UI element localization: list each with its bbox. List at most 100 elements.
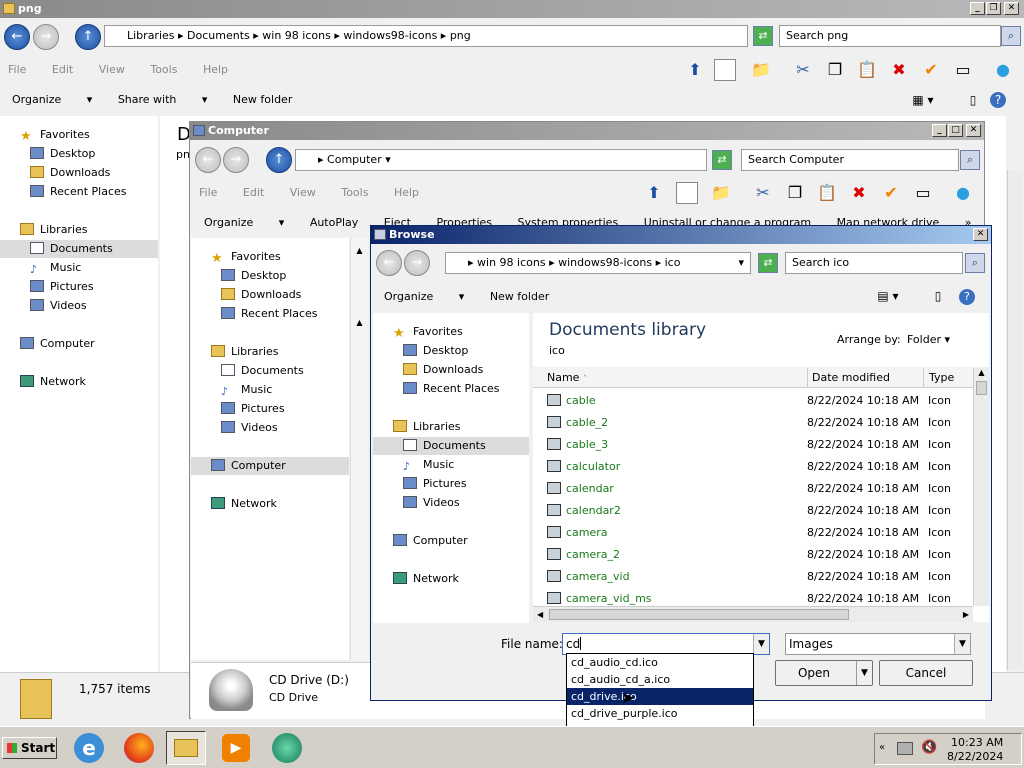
computer-search-input[interactable]: Search Computer [741, 149, 959, 171]
computer-undo-icon[interactable]: ✔ [880, 182, 902, 204]
browse-nav-network[interactable]: Network [393, 570, 459, 588]
computer-cut-icon[interactable]: ✂ [752, 182, 774, 204]
main-search-input[interactable]: Search png [779, 25, 1001, 47]
computer-paste-icon[interactable]: 📋 [816, 182, 838, 204]
paste-icon[interactable]: 📋 [856, 59, 878, 81]
browse-nav-favorites[interactable]: ★ Favorites [393, 323, 463, 341]
organize-button[interactable]: Organize ▾ [12, 93, 92, 106]
nav-libraries[interactable]: Libraries [20, 221, 88, 239]
col-date-modified[interactable]: Date modified [807, 368, 890, 388]
computer-menu-edit[interactable]: Edit [243, 186, 264, 199]
undo-icon[interactable]: ✔ [920, 59, 942, 81]
browse-new-folder-button[interactable]: New folder [490, 290, 549, 303]
network-tray-icon[interactable] [897, 742, 913, 755]
new-folder-button[interactable]: New folder [233, 93, 292, 106]
browse-titlebar[interactable]: Browse ✕ [371, 226, 991, 244]
media-player-icon[interactable]: ▶ [222, 734, 250, 762]
browse-organize-button[interactable]: Organize ▾ [384, 290, 464, 303]
suggestion-item[interactable]: cd_audio_cd.ico [567, 654, 753, 671]
computer-views-icon[interactable]: ● [952, 182, 974, 204]
computer-folders-icon[interactable] [676, 182, 698, 204]
nav-computer[interactable]: Computer [20, 335, 95, 353]
firefox-icon[interactable] [124, 733, 154, 763]
nav-desktop[interactable]: Desktop [30, 145, 95, 163]
computer-menu-view[interactable]: View [290, 186, 316, 199]
menu-help[interactable]: Help [203, 63, 228, 76]
browse-nav-recent[interactable]: Recent Places [403, 380, 500, 398]
browse-nav-desktop[interactable]: Desktop [403, 342, 468, 360]
computer-address-bar[interactable]: ▸ Computer ▾ [295, 149, 707, 171]
file-list-hscroll[interactable]: ◀ ▶ [533, 606, 973, 622]
computer-nav-videos[interactable]: Videos [221, 419, 278, 437]
computer-menu-file[interactable]: File [199, 186, 217, 199]
cancel-button[interactable]: Cancel [879, 660, 973, 686]
file-row[interactable]: calculator 8/22/2024 10:18 AM Icon [533, 456, 973, 478]
computer-delete-icon[interactable]: ✖ [848, 182, 870, 204]
main-address-bar[interactable]: Libraries ▸ Documents ▸ win 98 icons ▸ w… [104, 25, 748, 47]
up-button[interactable]: ↑ [75, 24, 101, 50]
nav-documents[interactable]: Documents [0, 240, 158, 258]
volume-muted-icon[interactable]: 🔇 [921, 740, 937, 755]
maximize-button[interactable]: ❐ [986, 2, 1001, 15]
browse-search-icon[interactable]: ⌕ [965, 253, 985, 273]
file-name-input[interactable]: cd ▼ [562, 633, 770, 655]
change-view-icon[interactable]: ▦ ▾ [912, 89, 934, 111]
suggestion-item-highlighted[interactable]: cd_drive.ico [567, 688, 753, 705]
col-name[interactable]: Name ˄ [547, 368, 587, 389]
clock-time[interactable]: 10:23 AM [951, 736, 1003, 749]
file-row[interactable]: calendar 8/22/2024 10:18 AM Icon [533, 478, 973, 500]
computer-nav-favorites[interactable]: ★ Favorites [211, 248, 281, 266]
computer-organize-button[interactable]: Organize ▾ [204, 216, 284, 229]
file-type-select[interactable]: Images ▼ [785, 633, 971, 655]
main-titlebar[interactable]: png _ ❐ ✕ [0, 0, 1024, 18]
autoplay-button[interactable]: AutoPlay [310, 216, 358, 229]
computer-nav-documents[interactable]: Documents [221, 362, 304, 380]
file-explorer-taskbar-button[interactable] [166, 731, 206, 765]
nav-recent-places[interactable]: Recent Places [30, 183, 127, 201]
browse-nav-music[interactable]: ♪ Music [403, 456, 454, 474]
file-row[interactable]: camera_vid 8/22/2024 10:18 AM Icon [533, 566, 973, 588]
browse-nav-computer[interactable]: Computer [393, 532, 468, 550]
computer-copy-icon[interactable]: ❐ [784, 182, 806, 204]
forward-button[interactable]: → [33, 24, 59, 50]
file-row[interactable]: cable_3 8/22/2024 10:18 AM Icon [533, 434, 973, 456]
computer-refresh-button[interactable]: ⇄ [712, 150, 732, 170]
open-split-icon[interactable]: ▼ [856, 661, 872, 685]
browse-nav-videos[interactable]: Videos [403, 494, 460, 512]
close-button[interactable]: ✕ [1004, 2, 1019, 15]
start-button[interactable]: Start [2, 737, 57, 759]
computer-nav-scrollbar[interactable]: ▲ ▲ [350, 238, 368, 660]
computer-minimize-button[interactable]: _ [932, 124, 947, 137]
file-row[interactable]: cable 8/22/2024 10:18 AM Icon [533, 390, 973, 412]
computer-forward-button[interactable]: → [223, 147, 249, 173]
back-button[interactable]: ← [4, 24, 30, 50]
computer-menu-help[interactable]: Help [394, 186, 419, 199]
computer-titlebar[interactable]: Computer _ □ ✕ [190, 122, 984, 140]
browse-help-icon[interactable]: ? [959, 289, 975, 305]
refresh-button[interactable]: ⇄ [753, 26, 773, 46]
browse-preview-icon[interactable]: ▯ [927, 285, 949, 307]
browse-close-button[interactable]: ✕ [973, 228, 988, 241]
nav-videos[interactable]: Videos [30, 297, 87, 315]
share-with-button[interactable]: Share with ▾ [118, 93, 208, 106]
file-row[interactable]: calendar2 8/22/2024 10:18 AM Icon [533, 500, 973, 522]
computer-search-icon[interactable]: ⌕ [960, 150, 980, 170]
delete-icon[interactable]: ✖ [888, 59, 910, 81]
file-row[interactable]: camera_2 8/22/2024 10:18 AM Icon [533, 544, 973, 566]
suggestion-item[interactable]: cd_audio_cd_a.ico [567, 671, 753, 688]
menu-edit[interactable]: Edit [52, 63, 73, 76]
menu-view[interactable]: View [99, 63, 125, 76]
col-type[interactable]: Type [923, 368, 954, 388]
nav-network[interactable]: Network [20, 373, 86, 391]
computer-nav-downloads[interactable]: Downloads [221, 286, 301, 304]
tray-expand-icon[interactable]: « [879, 742, 885, 753]
browse-nav-pictures[interactable]: Pictures [403, 475, 467, 493]
browse-forward-button[interactable]: → [404, 250, 430, 276]
cut-icon[interactable]: ✂ [792, 59, 814, 81]
views-icon[interactable]: ● [992, 59, 1014, 81]
main-scrollbar[interactable] [1007, 170, 1023, 670]
file-name-dropdown-icon[interactable]: ▼ [753, 634, 769, 654]
computer-back-button[interactable]: ← [195, 147, 221, 173]
help-icon[interactable]: ? [990, 92, 1006, 108]
file-row[interactable]: camera 8/22/2024 10:18 AM Icon [533, 522, 973, 544]
